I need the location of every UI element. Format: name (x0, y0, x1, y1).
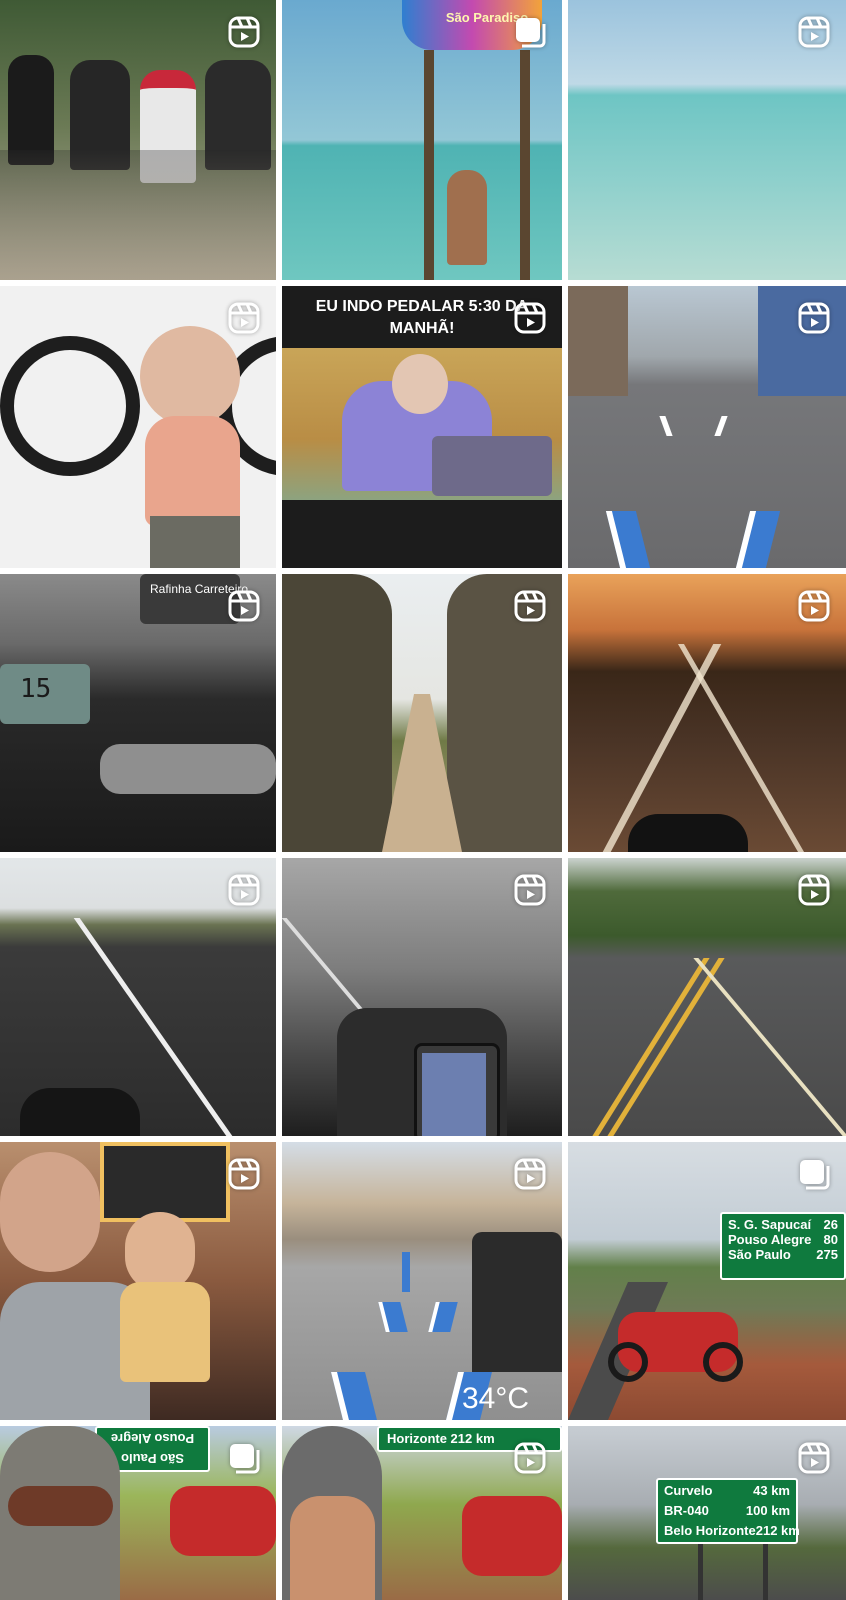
reels-icon (796, 300, 832, 336)
sign-destination: BR-040 (664, 1503, 709, 1518)
speed-readout: 15 (20, 674, 52, 704)
reels-icon (512, 1440, 548, 1476)
sign-destination: Curvelo (664, 1483, 713, 1498)
temperature-overlay: 34°C (462, 1382, 530, 1415)
sign-distance: 43 km (753, 1483, 790, 1498)
reels-icon (226, 872, 262, 908)
grid-tile[interactable] (568, 574, 846, 852)
carousel-icon (226, 1440, 262, 1476)
reels-icon (226, 588, 262, 624)
grid-tile[interactable]: Horizonte 212 km (282, 1426, 562, 1600)
sign-destination: S. G. Sapucaí (728, 1217, 812, 1232)
reels-icon (512, 872, 548, 908)
grid-tile[interactable]: Pouso Alegre São Paulo (0, 1426, 276, 1600)
grid-tile[interactable]: 34°C (282, 1142, 562, 1420)
reels-grid: São Paradiso EU INDO PEDALAR 5:30 DA MAN… (0, 0, 846, 1600)
sign-text: Horizonte 212 km (387, 1431, 495, 1446)
highway-sign: Curvelo 43 km BR-040 100 km Belo Horizonte… (656, 1478, 800, 1544)
grid-tile[interactable] (568, 0, 846, 280)
grid-tile[interactable] (0, 858, 276, 1136)
highway-sign: S. G. Sapucaí 26 Pouso Alegre 80 São Paulo… (720, 1212, 846, 1280)
reels-icon (512, 588, 548, 624)
reels-icon (226, 300, 262, 336)
sign-distance: 100 km (745, 1503, 790, 1518)
carousel-icon (512, 14, 548, 50)
sign-distance: 275 (816, 1247, 838, 1262)
sign-distance: 26 (823, 1217, 838, 1232)
grid-tile[interactable] (0, 1142, 276, 1420)
grid-tile[interactable] (0, 0, 276, 280)
grid-tile[interactable] (282, 574, 562, 852)
reels-icon (796, 588, 832, 624)
sign-destination: Pouso Alegre (728, 1232, 812, 1247)
grid-tile[interactable]: São Paradiso (282, 0, 562, 280)
reels-icon (512, 300, 548, 336)
video-caption: EU INDO PEDALAR 5:30 DA MANHÃ! (315, 298, 529, 337)
grid-tile[interactable] (568, 858, 846, 1136)
carousel-icon (796, 1156, 832, 1192)
sign-destination: Belo Horizonte (664, 1523, 756, 1538)
sign-distance: 80 (823, 1232, 838, 1247)
grid-tile[interactable]: S. G. Sapucaí 26 Pouso Alegre 80 São Paulo… (568, 1142, 846, 1420)
reels-icon (796, 14, 832, 50)
reels-icon (512, 1156, 548, 1192)
reels-icon (226, 1156, 262, 1192)
grid-tile[interactable] (568, 286, 846, 568)
sign-destination: Pouso Alegre (110, 1431, 195, 1446)
grid-tile[interactable]: EU INDO PEDALAR 5:30 DA MANHÃ! (282, 286, 562, 568)
reels-icon (226, 14, 262, 50)
grid-tile[interactable] (282, 858, 562, 1136)
sign-destination: São Paulo (728, 1247, 791, 1262)
sign-distance: 212 km (755, 1523, 800, 1538)
reels-icon (796, 1440, 832, 1476)
grid-tile[interactable]: Curvelo 43 km BR-040 100 km Belo Horizonte… (568, 1426, 846, 1600)
grid-tile[interactable]: Rafinha Carreteiro 15 (0, 574, 276, 852)
grid-tile[interactable] (0, 286, 276, 568)
reels-icon (796, 872, 832, 908)
